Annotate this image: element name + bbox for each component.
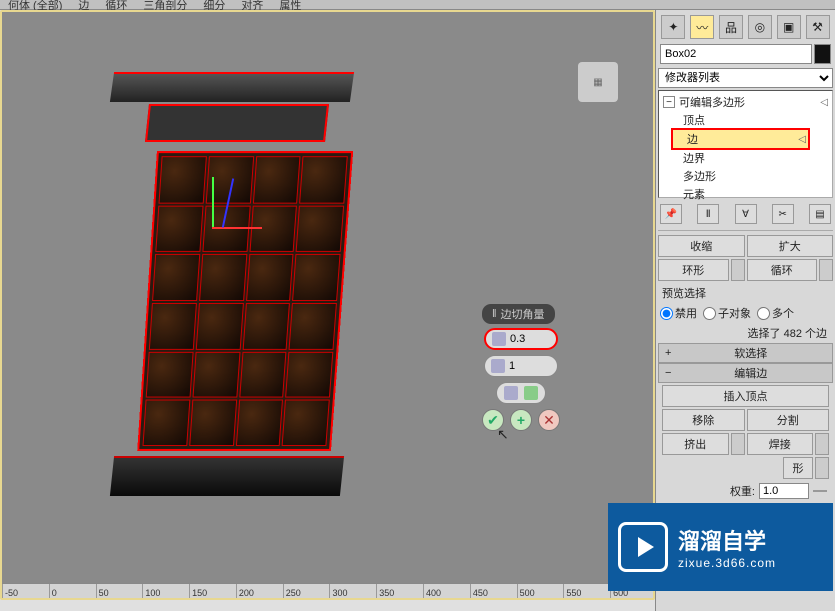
display-tab-icon[interactable]: ▣ — [777, 15, 801, 39]
preview-selection-label: 预览选择 — [658, 283, 833, 303]
create-tab-icon[interactable]: ✦ — [661, 15, 685, 39]
mouse-cursor: ↖ — [497, 426, 509, 443]
viewcube[interactable]: ▦ — [578, 62, 618, 102]
modify-tab-icon[interactable]: 〰 — [690, 15, 714, 39]
selection-info: 选择了 482 个边 — [658, 323, 833, 343]
shrink-button[interactable]: 收缩 — [658, 235, 745, 257]
grow-button[interactable]: 扩大 — [747, 235, 834, 257]
split-button[interactable]: 分割 — [747, 409, 830, 431]
stack-root-label[interactable]: 可编辑多边形 — [679, 94, 745, 110]
pin-stack-button[interactable]: 📌 — [660, 204, 682, 224]
collapse-icon[interactable]: − — [663, 96, 675, 108]
show-result-button[interactable]: Ⅱ — [697, 204, 719, 224]
watermark-title: 溜溜自学 — [678, 524, 776, 556]
extrude-settings-button[interactable] — [731, 433, 745, 455]
weld-settings-button[interactable] — [815, 433, 829, 455]
play-icon — [618, 522, 668, 572]
chamfer-amount-icon — [492, 332, 506, 346]
configure-sets-button[interactable]: ▤ — [809, 204, 831, 224]
chamfer-segments-input[interactable]: 1 — [484, 355, 558, 377]
radio-multi[interactable]: 多个 — [757, 305, 794, 321]
loop-spinner[interactable] — [819, 259, 833, 281]
hierarchy-tab-icon[interactable]: 品 — [719, 15, 743, 39]
chamfer-amount-input[interactable]: 0.3 — [484, 328, 558, 350]
chamfer-caddy: 0.3 1 ✔ + ✕ — [482, 328, 560, 431]
object-name-input[interactable] — [660, 44, 812, 64]
chamfer-option-a-icon — [504, 386, 518, 400]
weight-spinner[interactable] — [813, 490, 827, 492]
active-subobj-icon: ◁ — [798, 134, 806, 145]
utilities-tab-icon[interactable]: ⚒ — [806, 15, 830, 39]
extrude-button[interactable]: 挤出 — [662, 433, 729, 455]
object-color-swatch[interactable] — [814, 44, 831, 64]
chamfer-segments-icon — [491, 359, 505, 373]
radio-subobj[interactable]: 子对象 — [703, 305, 751, 321]
ring-button[interactable]: 环形 — [658, 259, 729, 281]
make-unique-button[interactable]: ∀ — [735, 204, 757, 224]
ring-spinner[interactable] — [731, 259, 745, 281]
shape-settings-button[interactable] — [815, 457, 829, 479]
cabinet-model[interactable] — [112, 72, 362, 492]
insert-vertex-button[interactable]: 插入顶点 — [662, 385, 829, 407]
motion-tab-icon[interactable]: ◎ — [748, 15, 772, 39]
remove-button[interactable]: 移除 — [662, 409, 745, 431]
weld-button[interactable]: 焊接 — [747, 433, 814, 455]
chamfer-option-b-icon — [524, 386, 538, 400]
remove-modifier-button[interactable]: ✂ — [772, 204, 794, 224]
chamfer-tooltip: ‖边切角量 — [482, 304, 555, 324]
perspective-viewport[interactable]: ▦ ‖边切角量 0.3 — [0, 10, 655, 600]
top-tab-bar: 何体 (全部) 边 循环 三角剖分 细分 对齐 属性 — [0, 0, 835, 10]
modifier-stack[interactable]: − 可编辑多边形 ◁ 顶点 边 ◁ 边界 多边形 元素 — [658, 90, 833, 198]
stack-item-border[interactable]: 边界 — [661, 149, 830, 167]
soft-selection-rollout[interactable]: +软选择 — [658, 343, 833, 363]
visibility-icon[interactable]: ◁ — [820, 97, 828, 108]
edit-edges-rollout[interactable]: −编辑边 — [658, 363, 833, 383]
stack-item-edge[interactable]: 边 ◁ — [671, 128, 810, 150]
caddy-apply-plus-button[interactable]: + — [510, 409, 532, 431]
caddy-cancel-button[interactable]: ✕ — [538, 409, 560, 431]
watermark-url: zixue.3d66.com — [678, 556, 776, 570]
stack-item-vertex[interactable]: 顶点 — [661, 111, 830, 129]
weight-label: 权重: — [730, 483, 755, 499]
stack-item-polygon[interactable]: 多边形 — [661, 167, 830, 185]
shape-button[interactable]: 形 — [783, 457, 813, 479]
modifier-list-dropdown[interactable]: 修改器列表 — [658, 68, 833, 88]
timeline-ruler[interactable]: -50050 100150200 250300350 400450500 550… — [2, 583, 655, 598]
radio-disable[interactable]: 禁用 — [660, 305, 697, 321]
loop-button[interactable]: 循环 — [747, 259, 818, 281]
weight-input[interactable] — [759, 483, 809, 499]
chamfer-options-toggle[interactable] — [496, 382, 546, 404]
watermark: 溜溜自学 zixue.3d66.com — [608, 503, 833, 591]
